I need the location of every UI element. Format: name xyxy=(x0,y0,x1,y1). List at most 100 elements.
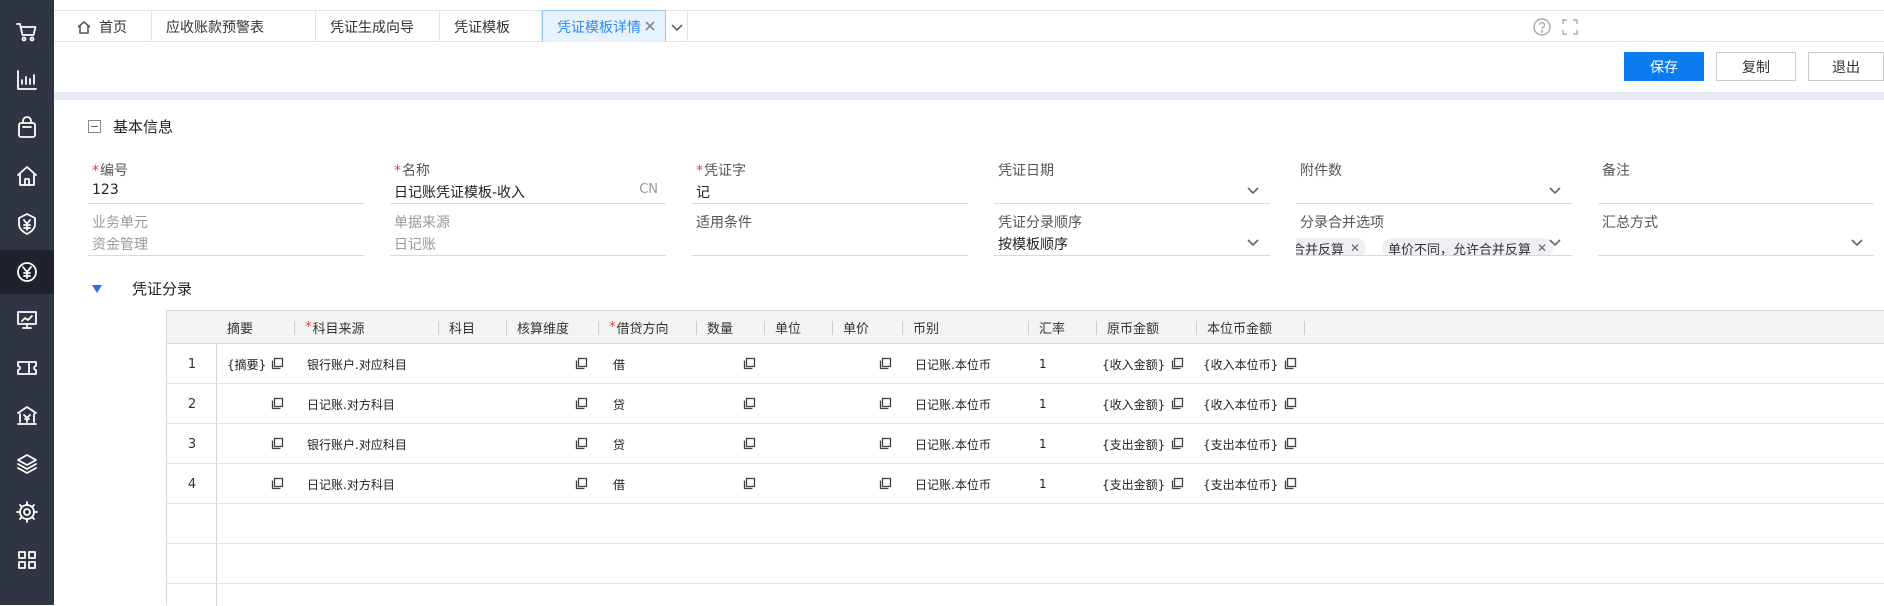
copy-icon[interactable] xyxy=(1284,477,1297,490)
copy-icon[interactable] xyxy=(743,397,756,410)
gear-icon[interactable] xyxy=(0,490,54,534)
cell-local-amount[interactable]: {收入本位币} xyxy=(1203,344,1278,384)
chevron-down-icon[interactable] xyxy=(1548,235,1562,249)
copy-icon[interactable] xyxy=(879,357,892,370)
col-unit[interactable]: 单位 xyxy=(765,311,833,344)
cell-rate[interactable]: 1 xyxy=(1039,424,1047,464)
home-icon[interactable] xyxy=(0,154,54,198)
tab-voucher-template[interactable]: 凭证模板 xyxy=(440,11,542,42)
copy-icon[interactable] xyxy=(271,477,284,490)
cell-rate[interactable]: 1 xyxy=(1039,464,1047,504)
copy-icon[interactable] xyxy=(879,437,892,450)
tab-voucher-template-detail[interactable]: 凭证模板详情 xyxy=(542,10,666,42)
close-icon[interactable] xyxy=(643,19,657,33)
copy-icon[interactable] xyxy=(743,437,756,450)
field-name[interactable]: *名称 日记账凭证模板-收入 CN xyxy=(390,156,666,204)
col-quantity[interactable]: 数量 xyxy=(697,311,765,344)
cart-icon[interactable] xyxy=(0,10,54,54)
cell-local-amount[interactable]: {收入本位币} xyxy=(1203,384,1278,424)
cell-direction[interactable]: 借 xyxy=(613,464,625,504)
cell-subject-source[interactable]: 日记账.对方科目 xyxy=(307,384,395,424)
col-summary[interactable]: 摘要 xyxy=(217,311,295,344)
cell-original-amount[interactable]: {支出金额} xyxy=(1102,424,1165,464)
merge-chip[interactable]: 单价不同，允许合并反算 ✕ xyxy=(1382,238,1554,255)
copy-icon[interactable] xyxy=(271,437,284,450)
caret-down-icon[interactable] xyxy=(92,284,102,293)
layers-icon[interactable] xyxy=(0,442,54,486)
copy-icon[interactable] xyxy=(1171,397,1184,410)
cell-currency[interactable]: 日记账.本位币 xyxy=(915,344,991,384)
col-price[interactable]: 单价 xyxy=(833,311,903,344)
cell-rate[interactable]: 1 xyxy=(1039,384,1047,424)
copy-icon[interactable] xyxy=(879,477,892,490)
tab-voucher-wizard[interactable]: 凭证生成向导 xyxy=(316,11,440,42)
copy-icon[interactable] xyxy=(1284,437,1297,450)
field-attachments[interactable]: 附件数 xyxy=(1296,156,1572,204)
field-voucher-word-value[interactable]: 记 xyxy=(696,182,710,202)
cell-local-amount[interactable]: {支出本位币} xyxy=(1203,464,1278,504)
exit-button[interactable]: 退出 xyxy=(1808,52,1884,81)
cell-currency[interactable]: 日记账.本位币 xyxy=(915,424,991,464)
bank-icon[interactable] xyxy=(0,394,54,438)
field-number[interactable]: *编号 123 xyxy=(88,156,364,204)
chevron-down-icon[interactable] xyxy=(1548,183,1562,197)
cell-summary[interactable]: {摘要} xyxy=(227,344,266,384)
yen-icon[interactable] xyxy=(0,250,54,294)
collapse-icon[interactable] xyxy=(88,120,101,133)
help-icon[interactable] xyxy=(1532,17,1552,37)
copy-icon[interactable] xyxy=(743,357,756,370)
copy-icon[interactable] xyxy=(743,477,756,490)
cell-rate[interactable]: 1 xyxy=(1039,344,1047,384)
chevron-down-icon[interactable] xyxy=(1850,235,1864,249)
cell-original-amount[interactable]: {收入金额} xyxy=(1102,344,1165,384)
chart-icon[interactable] xyxy=(0,58,54,102)
col-rate[interactable]: 汇率 xyxy=(1029,311,1097,344)
field-remark[interactable]: 备注 xyxy=(1598,156,1874,204)
cell-local-amount[interactable]: {支出本位币} xyxy=(1203,424,1278,464)
copy-icon[interactable] xyxy=(1171,477,1184,490)
cell-subject-source[interactable]: 银行账户.对应科目 xyxy=(307,344,407,384)
field-condition[interactable]: 适用条件 xyxy=(692,208,968,256)
tab-more-dropdown[interactable] xyxy=(666,11,688,42)
presentation-icon[interactable] xyxy=(0,298,54,342)
copy-icon[interactable] xyxy=(1171,357,1184,370)
field-entry-order[interactable]: 凭证分录顺序 按模板顺序 xyxy=(994,208,1270,256)
field-merge-options[interactable]: 分录合并选项 合并反算 ✕ 单价不同，允许合并反算 ✕ xyxy=(1296,208,1572,256)
copy-icon[interactable] xyxy=(1284,357,1297,370)
table-row-empty[interactable] xyxy=(167,544,1884,584)
copy-icon[interactable] xyxy=(575,477,588,490)
table-row[interactable]: 1 {摘要} 银行账户.对应科目 借 日记账.本位币 1 {收入金额} {收入本… xyxy=(167,344,1884,384)
field-name-value[interactable]: 日记账凭证模板-收入 xyxy=(394,182,525,202)
table-row[interactable]: 2 日记账.对方科目 贷 日记账.本位币 1 {收入金额} {收入本位币} xyxy=(167,384,1884,424)
table-row[interactable]: 4 日记账.对方科目 借 日记账.本位币 1 {支出金额} {支出本位币} xyxy=(167,464,1884,504)
close-icon[interactable]: ✕ xyxy=(1350,241,1360,255)
field-number-value[interactable]: 123 xyxy=(92,182,119,198)
cell-direction[interactable]: 贷 xyxy=(613,384,625,424)
copy-icon[interactable] xyxy=(575,357,588,370)
col-direction[interactable]: * 借贷方向 xyxy=(599,311,697,344)
col-subject-source[interactable]: * 科目来源 xyxy=(295,311,439,344)
col-original-amount[interactable]: 原币金额 xyxy=(1097,311,1197,344)
language-suffix[interactable]: CN xyxy=(639,182,658,197)
merge-chip[interactable]: 合并反算 ✕ xyxy=(1296,238,1367,255)
col-currency[interactable]: 币别 xyxy=(903,311,1029,344)
copy-icon[interactable] xyxy=(271,357,284,370)
copy-button[interactable]: 复制 xyxy=(1716,52,1796,81)
copy-icon[interactable] xyxy=(1284,397,1297,410)
cell-subject-source[interactable]: 银行账户.对应科目 xyxy=(307,424,407,464)
cell-original-amount[interactable]: {支出金额} xyxy=(1102,464,1165,504)
cell-subject-source[interactable]: 日记账.对方科目 xyxy=(307,464,395,504)
fullscreen-icon[interactable] xyxy=(1560,17,1580,37)
copy-icon[interactable] xyxy=(271,397,284,410)
save-button[interactable]: 保存 xyxy=(1624,52,1704,81)
field-summary-method[interactable]: 汇总方式 xyxy=(1598,208,1874,256)
cell-currency[interactable]: 日记账.本位币 xyxy=(915,464,991,504)
table-row[interactable]: 3 银行账户.对应科目 贷 日记账.本位币 1 {支出金额} {支出本位币} xyxy=(167,424,1884,464)
tab-receivable-warning[interactable]: 应收账款预警表 xyxy=(152,11,316,42)
col-dimension[interactable]: 核算维度 xyxy=(507,311,599,344)
copy-icon[interactable] xyxy=(575,437,588,450)
field-voucher-word[interactable]: *凭证字 记 xyxy=(692,156,968,204)
chevron-down-icon[interactable] xyxy=(1246,183,1260,197)
col-local-amount[interactable]: 本位币金额 xyxy=(1197,311,1305,344)
basic-info-header[interactable]: 基本信息 xyxy=(88,116,173,137)
